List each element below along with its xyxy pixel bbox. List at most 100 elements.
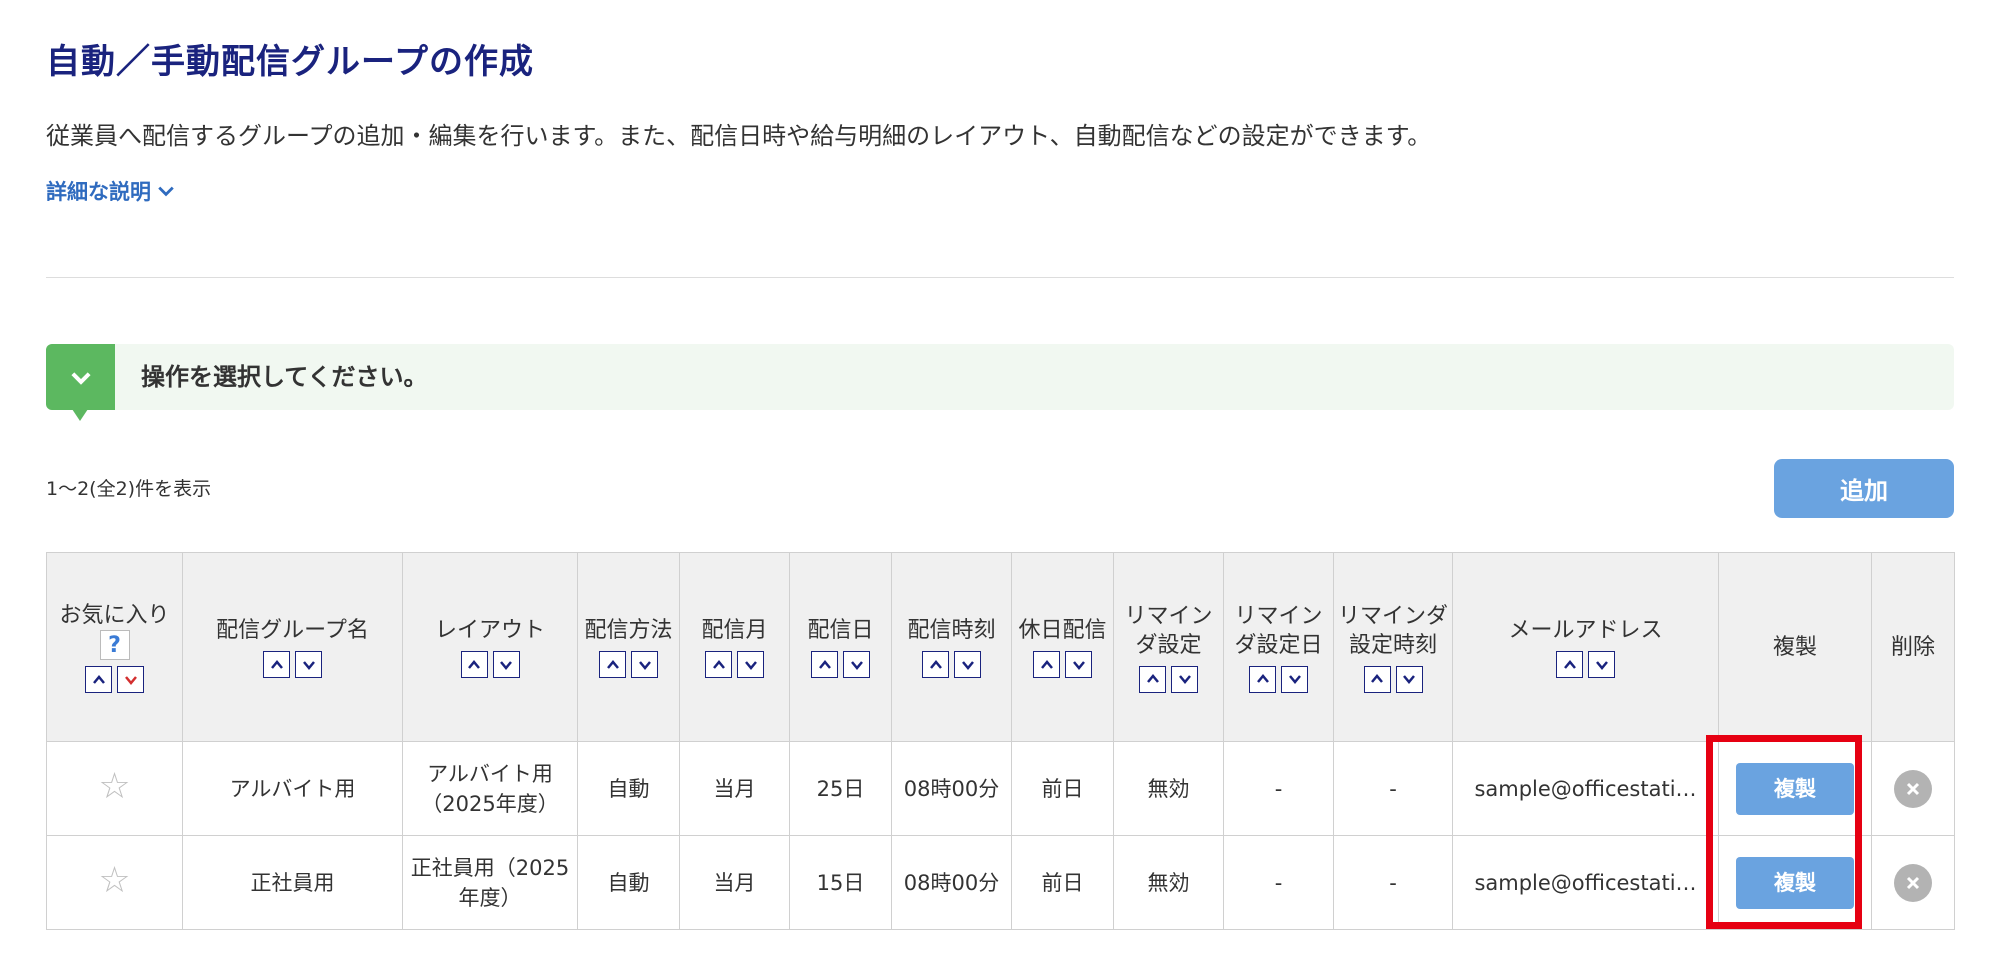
header-method-label: 配信方法 xyxy=(584,618,673,643)
operation-prompt: 操作を選択してください。 xyxy=(141,363,428,391)
cell-email: sample@officestati… xyxy=(1452,741,1719,836)
chevron-up-icon xyxy=(929,659,942,669)
chevron-up-icon xyxy=(818,659,831,669)
cell-day: 15日 xyxy=(789,835,892,930)
sort-asc-button[interactable] xyxy=(705,651,732,678)
chevron-down-icon xyxy=(961,660,974,670)
star-icon[interactable]: ☆ xyxy=(98,766,130,807)
delete-cell xyxy=(1871,741,1955,836)
cell-method: 自動 xyxy=(577,741,680,836)
sort-desc-button[interactable] xyxy=(295,651,322,678)
details-toggle-link[interactable]: 詳細な説明 xyxy=(46,176,175,206)
cell-month: 当月 xyxy=(679,741,790,836)
delete-button[interactable] xyxy=(1894,769,1932,808)
sort-controls xyxy=(407,651,573,678)
cell-method: 自動 xyxy=(577,835,680,930)
chevron-up-icon xyxy=(270,659,283,669)
header-holiday-label: 休日配信 xyxy=(1018,618,1107,643)
add-button[interactable]: 追加 xyxy=(1774,459,1954,518)
cell-reminder-time: - xyxy=(1333,741,1453,836)
chevron-up-icon xyxy=(712,659,725,669)
copy-button[interactable]: 複製 xyxy=(1736,762,1854,815)
header-reminder-label: リマインダ設定 xyxy=(1124,603,1213,658)
sort-controls xyxy=(187,651,398,678)
header-layout-label: レイアウト xyxy=(434,618,545,643)
sort-desc-button[interactable] xyxy=(1588,651,1615,678)
operation-toggle-button[interactable] xyxy=(46,344,115,421)
delete-button[interactable] xyxy=(1894,863,1932,902)
chevron-down-icon xyxy=(158,186,174,197)
sort-desc-button[interactable] xyxy=(737,651,764,678)
sort-asc-button[interactable] xyxy=(599,651,626,678)
sort-asc-button[interactable] xyxy=(811,651,838,678)
cell-reminder-day: - xyxy=(1223,835,1334,930)
cell-layout: 正社員用（2025年度） xyxy=(402,835,578,930)
header-layout: レイアウト xyxy=(402,552,578,742)
sort-asc-button[interactable] xyxy=(1556,651,1583,678)
header-reminder: リマインダ設定 xyxy=(1113,552,1224,742)
sort-asc-button[interactable] xyxy=(1363,665,1391,693)
table-row: ☆ 正社員用 正社員用（2025年度） 自動 当月 15日 08時00分 前日 … xyxy=(46,835,1955,930)
sort-desc-button[interactable] xyxy=(1281,665,1308,693)
chevron-down-icon xyxy=(638,660,651,670)
header-month-label: 配信月 xyxy=(701,618,768,643)
header-holiday: 休日配信 xyxy=(1011,552,1114,742)
close-icon xyxy=(1906,782,1920,795)
header-delete: 削除 xyxy=(1871,552,1955,742)
header-favorite-label: お気に入り xyxy=(59,603,170,628)
sort-desc-button[interactable] xyxy=(492,651,520,678)
close-icon xyxy=(1906,876,1920,889)
table-header-row: お気に入り ? 配信グループ名 レイアウト 配信方法 配信月 配信日 配信時刻 … xyxy=(46,552,1955,742)
operation-bar: 操作を選択してください。 xyxy=(46,344,1954,421)
chevron-down-icon xyxy=(1403,675,1415,684)
sort-asc-button[interactable] xyxy=(922,651,949,678)
chevron-up-icon xyxy=(1563,659,1576,669)
copy-button[interactable]: 複製 xyxy=(1736,856,1854,909)
chevron-up-icon xyxy=(1371,674,1383,683)
page-title: 自動／手動配信グループの作成 xyxy=(46,42,534,82)
sort-controls xyxy=(1228,665,1329,693)
chevron-down-icon xyxy=(124,675,137,685)
chevron-down-icon xyxy=(1288,675,1301,684)
cell-reminder-time: - xyxy=(1333,835,1453,930)
chevron-down-icon xyxy=(850,660,863,670)
sort-asc-button[interactable] xyxy=(1139,665,1166,693)
sort-desc-button[interactable] xyxy=(117,666,144,693)
chevron-down-icon xyxy=(70,372,91,385)
header-time-label: 配信時刻 xyxy=(907,618,996,643)
sort-asc-button[interactable] xyxy=(1249,665,1276,693)
sort-desc-button[interactable] xyxy=(1065,651,1092,678)
sort-controls xyxy=(1338,665,1448,693)
copy-cell: 複製 xyxy=(1718,835,1872,930)
sort-desc-button[interactable] xyxy=(631,651,658,678)
table-row: ☆ アルバイト用 アルバイト用（2025年度） 自動 当月 25日 08時00分… xyxy=(46,741,1955,836)
result-count: 1〜2(全2)件を表示 xyxy=(46,478,212,500)
sort-controls xyxy=(794,651,887,678)
sort-controls xyxy=(684,651,785,678)
sort-asc-button[interactable] xyxy=(85,666,112,693)
header-time: 配信時刻 xyxy=(891,552,1012,742)
header-reminder-day-label: リマインダ設定日 xyxy=(1234,603,1323,658)
sort-asc-button[interactable] xyxy=(1033,651,1060,678)
help-icon[interactable]: ? xyxy=(99,630,130,660)
cell-reminder: 無効 xyxy=(1113,835,1224,930)
star-icon[interactable]: ☆ xyxy=(98,860,130,901)
page-description: 従業員へ配信するグループの追加・編集を行います。また、配信日時や給与明細のレイア… xyxy=(46,122,1432,150)
header-email-label: メールアドレス xyxy=(1508,618,1663,643)
header-month: 配信月 xyxy=(679,552,790,742)
chevron-down-icon xyxy=(302,660,315,670)
header-group-name: 配信グループ名 xyxy=(182,552,403,742)
chevron-down-icon xyxy=(500,660,512,670)
sort-desc-button[interactable] xyxy=(843,651,870,678)
sort-desc-button[interactable] xyxy=(954,651,981,678)
cell-group-name: アルバイト用 xyxy=(182,741,403,836)
sort-desc-button[interactable] xyxy=(1171,665,1198,693)
delete-cell xyxy=(1871,835,1955,930)
favorite-cell: ☆ xyxy=(46,741,183,836)
header-email: メールアドレス xyxy=(1452,552,1719,742)
sort-asc-button[interactable] xyxy=(460,651,488,678)
header-reminder-day: リマインダ設定日 xyxy=(1223,552,1334,742)
sort-asc-button[interactable] xyxy=(263,651,290,678)
cell-layout: アルバイト用（2025年度） xyxy=(402,741,578,836)
sort-desc-button[interactable] xyxy=(1395,665,1423,693)
